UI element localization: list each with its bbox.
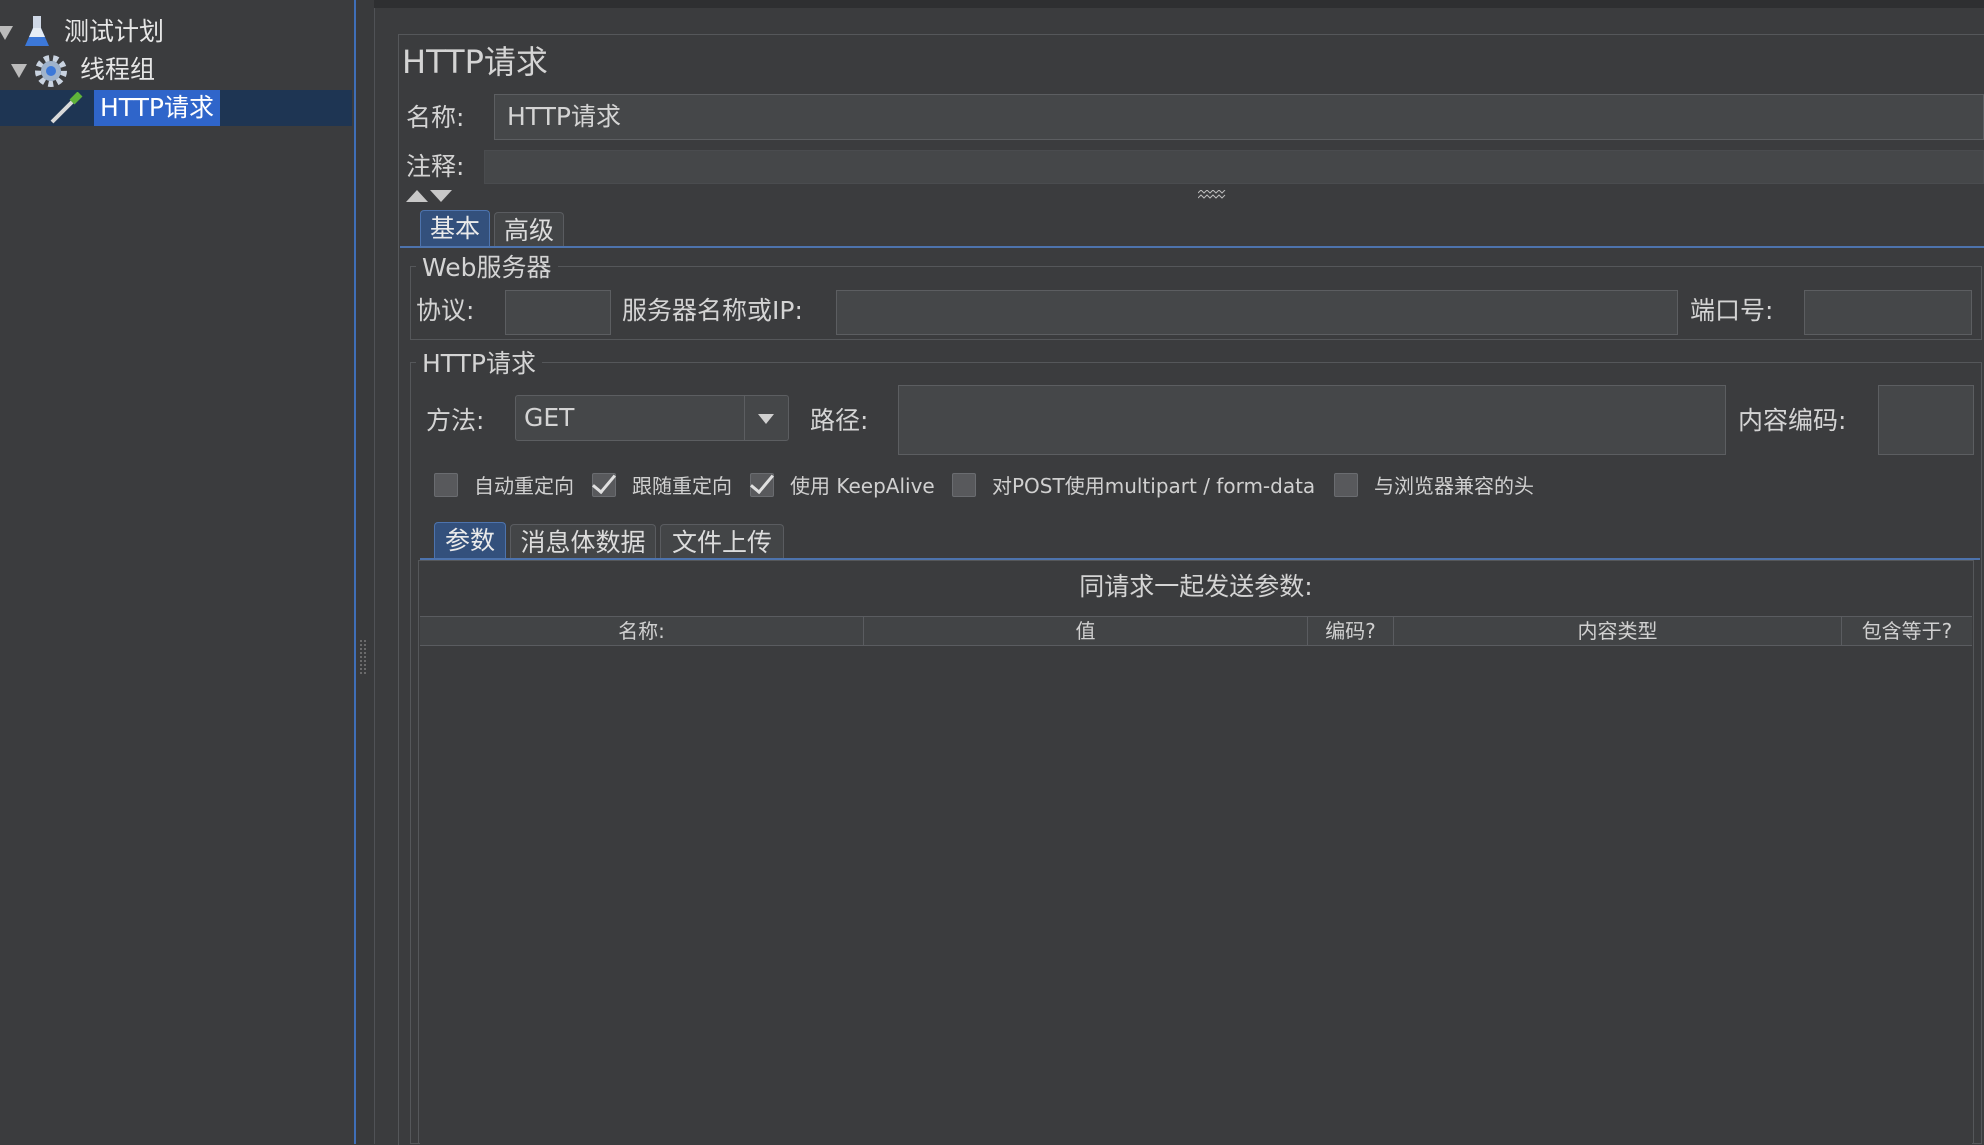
keepalive-label: 使用 KeepAlive bbox=[790, 474, 935, 498]
top-border bbox=[374, 0, 1984, 8]
comment-label: 注释: bbox=[406, 152, 465, 181]
follow-redirect-label: 跟随重定向 bbox=[632, 474, 732, 498]
drag-handle-icon[interactable] bbox=[1198, 190, 1228, 200]
name-value: HTTP请求 bbox=[507, 102, 621, 131]
test-plan-tree[interactable]: 测试计划 线程组 HTTP请求 bbox=[0, 0, 356, 1144]
column-header-encode[interactable]: 编码? bbox=[1308, 617, 1394, 645]
server-label: 服务器名称或IP: bbox=[622, 296, 803, 325]
tab-advanced[interactable]: 高级 bbox=[494, 212, 564, 248]
parameters-caption: 同请求一起发送参数: bbox=[1079, 572, 1313, 601]
tree-item-thread-group[interactable]: 线程组 bbox=[0, 52, 352, 88]
column-header-content-type[interactable]: 内容类型 bbox=[1394, 617, 1842, 645]
tree-item-label: 测试计划 bbox=[64, 17, 165, 46]
parameters-table-body[interactable] bbox=[420, 646, 1972, 1144]
pane-splitter[interactable] bbox=[356, 0, 375, 1144]
method-value: GET bbox=[524, 403, 575, 432]
path-label: 路径: bbox=[810, 406, 869, 435]
encoding-label: 内容编码: bbox=[1738, 406, 1847, 435]
comment-field[interactable] bbox=[484, 150, 1984, 184]
column-header-value[interactable]: 值 bbox=[864, 617, 1308, 645]
checkmark-icon bbox=[750, 468, 774, 495]
pipette-icon bbox=[50, 92, 83, 124]
splitter-grip-icon bbox=[360, 640, 366, 674]
checkmark-icon bbox=[592, 468, 616, 495]
browser-headers-checkbox[interactable] bbox=[1334, 473, 1358, 497]
method-label: 方法: bbox=[426, 406, 485, 435]
port-label: 端口号: bbox=[1690, 296, 1774, 325]
expand-triangle-icon[interactable] bbox=[11, 64, 27, 78]
tab-underline bbox=[400, 246, 1984, 248]
encoding-field[interactable] bbox=[1878, 385, 1974, 455]
tree-item-test-plan[interactable]: 测试计划 bbox=[0, 14, 352, 50]
http-request-title: HTTP请求 bbox=[416, 349, 542, 379]
web-server-title: Web服务器 bbox=[416, 253, 558, 283]
collapse-arrows-icon[interactable] bbox=[406, 188, 454, 204]
browser-headers-label: 与浏览器兼容的头 bbox=[1374, 474, 1534, 498]
tree-item-http-request[interactable]: HTTP请求 bbox=[0, 90, 352, 126]
protocol-label: 协议: bbox=[416, 296, 475, 325]
flask-icon bbox=[25, 16, 49, 46]
keepalive-checkbox[interactable] bbox=[750, 468, 774, 497]
protocol-field[interactable] bbox=[505, 290, 611, 335]
name-field[interactable]: HTTP请求 bbox=[494, 94, 1984, 140]
server-field[interactable] bbox=[836, 290, 1678, 335]
path-field[interactable] bbox=[898, 385, 1726, 455]
multipart-label: 对POST使用multipart / form-data bbox=[992, 474, 1316, 498]
tree-item-label: 线程组 bbox=[80, 55, 156, 84]
auto-redirect-label: 自动重定向 bbox=[474, 474, 574, 498]
tab-file-upload[interactable]: 文件上传 bbox=[660, 524, 784, 560]
column-header-include-equals[interactable]: 包含等于? bbox=[1842, 617, 1972, 645]
name-label: 名称: bbox=[406, 103, 465, 132]
tab-body-data[interactable]: 消息体数据 bbox=[510, 524, 656, 560]
gear-icon bbox=[35, 55, 67, 87]
expand-triangle-icon[interactable] bbox=[0, 26, 13, 40]
auto-redirect-checkbox[interactable] bbox=[434, 473, 458, 497]
port-field[interactable] bbox=[1804, 290, 1972, 335]
tab-parameters[interactable]: 参数 bbox=[434, 522, 506, 558]
tree-item-label: HTTP请求 bbox=[94, 90, 220, 126]
method-select[interactable]: GET bbox=[515, 395, 789, 441]
column-header-name[interactable]: 名称: bbox=[420, 617, 864, 645]
page-title: HTTP请求 bbox=[402, 43, 548, 81]
multipart-checkbox[interactable] bbox=[952, 473, 976, 497]
follow-redirect-checkbox[interactable] bbox=[592, 468, 616, 497]
select-divider bbox=[744, 396, 745, 440]
chevron-down-icon[interactable] bbox=[756, 412, 776, 426]
parameters-table-header: 名称: 值 编码? 内容类型 包含等于? bbox=[420, 616, 1972, 646]
tab-basic[interactable]: 基本 bbox=[420, 210, 490, 246]
